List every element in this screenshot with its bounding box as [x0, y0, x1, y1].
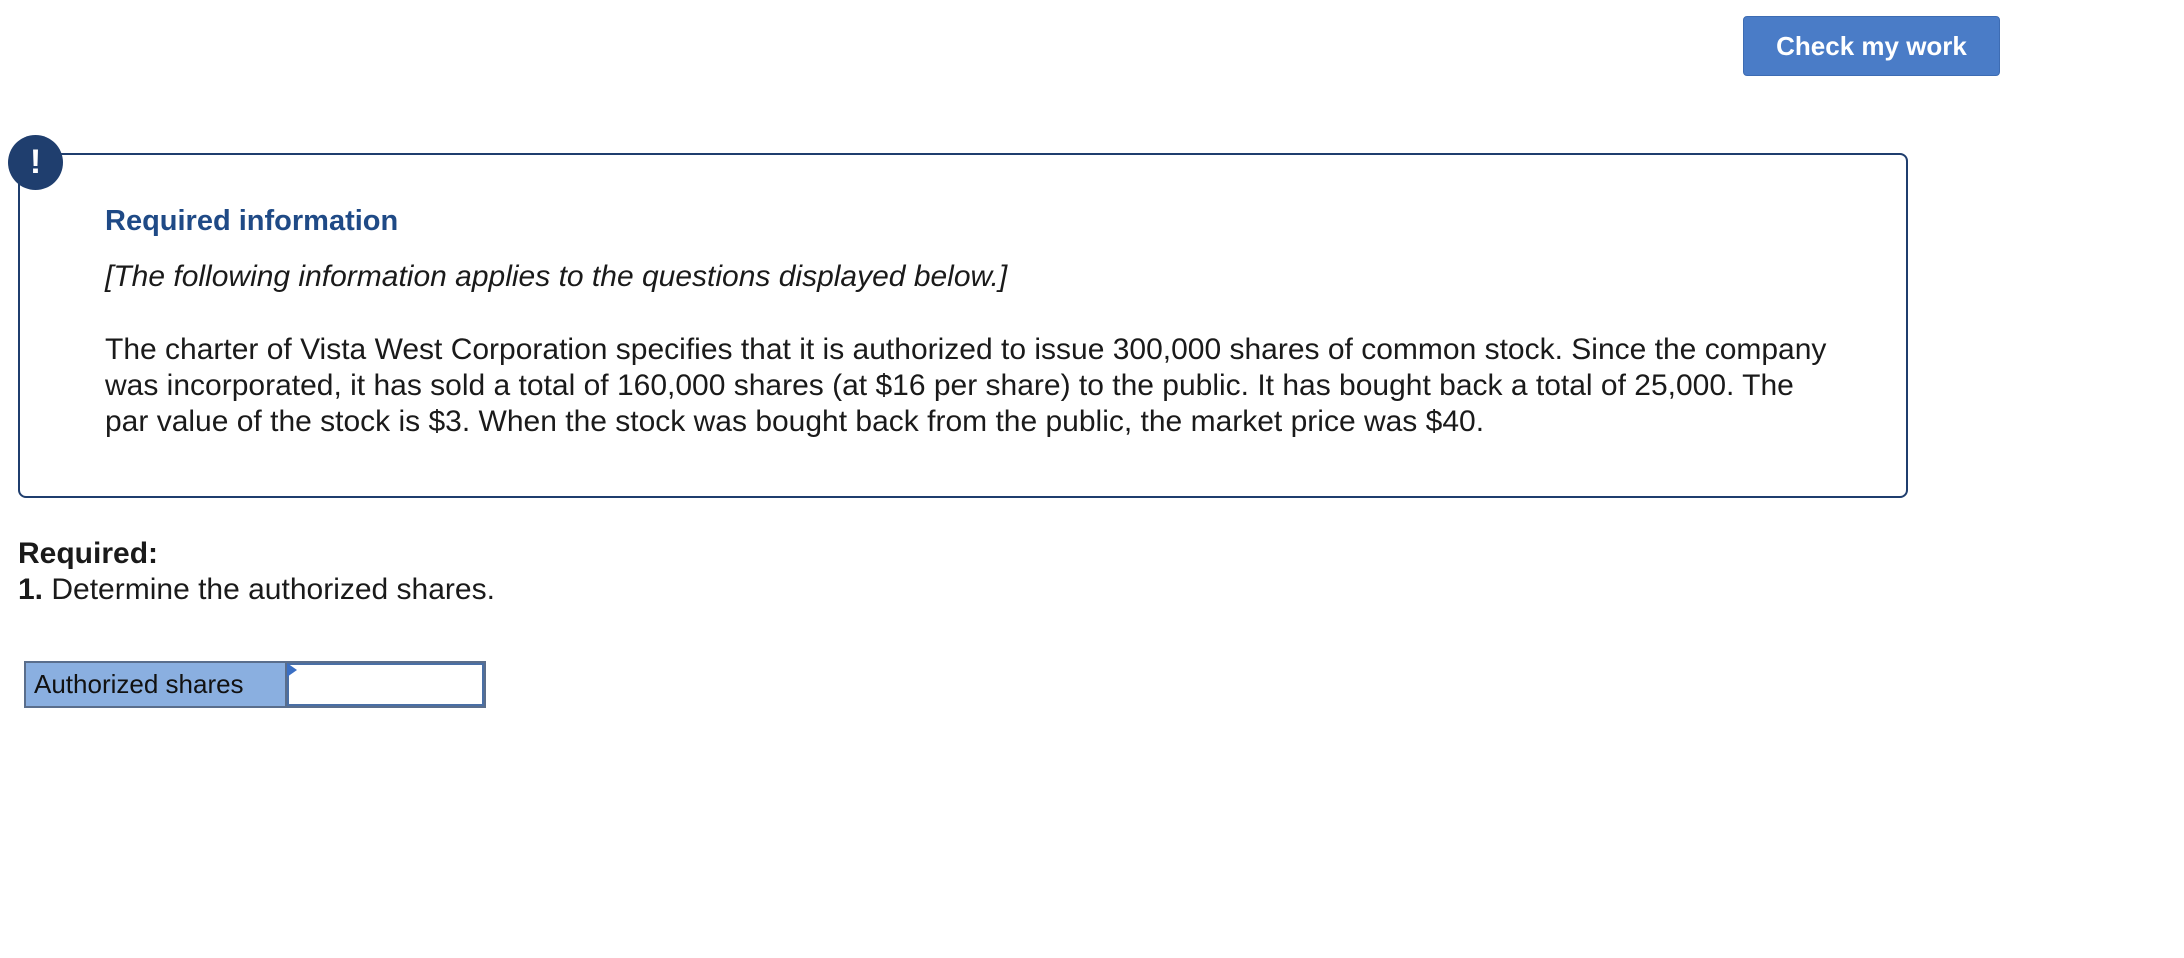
answer-table: Authorized shares	[24, 661, 486, 708]
required-information-title: Required information	[105, 205, 399, 237]
authorized-shares-input[interactable]	[287, 663, 484, 706]
question-number: 1.	[18, 573, 44, 606]
applies-note: [The following information applies to th…	[105, 260, 1008, 293]
exclamation-circle-icon: !	[8, 135, 63, 190]
problem-statement: The charter of Vista West Corporation sp…	[105, 333, 1827, 438]
check-my-work-button[interactable]: Check my work	[1743, 16, 2000, 76]
triangle-marker-icon	[287, 663, 297, 677]
authorized-shares-label: Authorized shares	[26, 663, 287, 706]
question-text: Determine the authorized shares.	[43, 573, 495, 606]
answer-cell	[287, 663, 484, 706]
required-heading: Required:	[18, 537, 159, 570]
question-1: 1. Determine the authorized shares.	[18, 573, 495, 607]
